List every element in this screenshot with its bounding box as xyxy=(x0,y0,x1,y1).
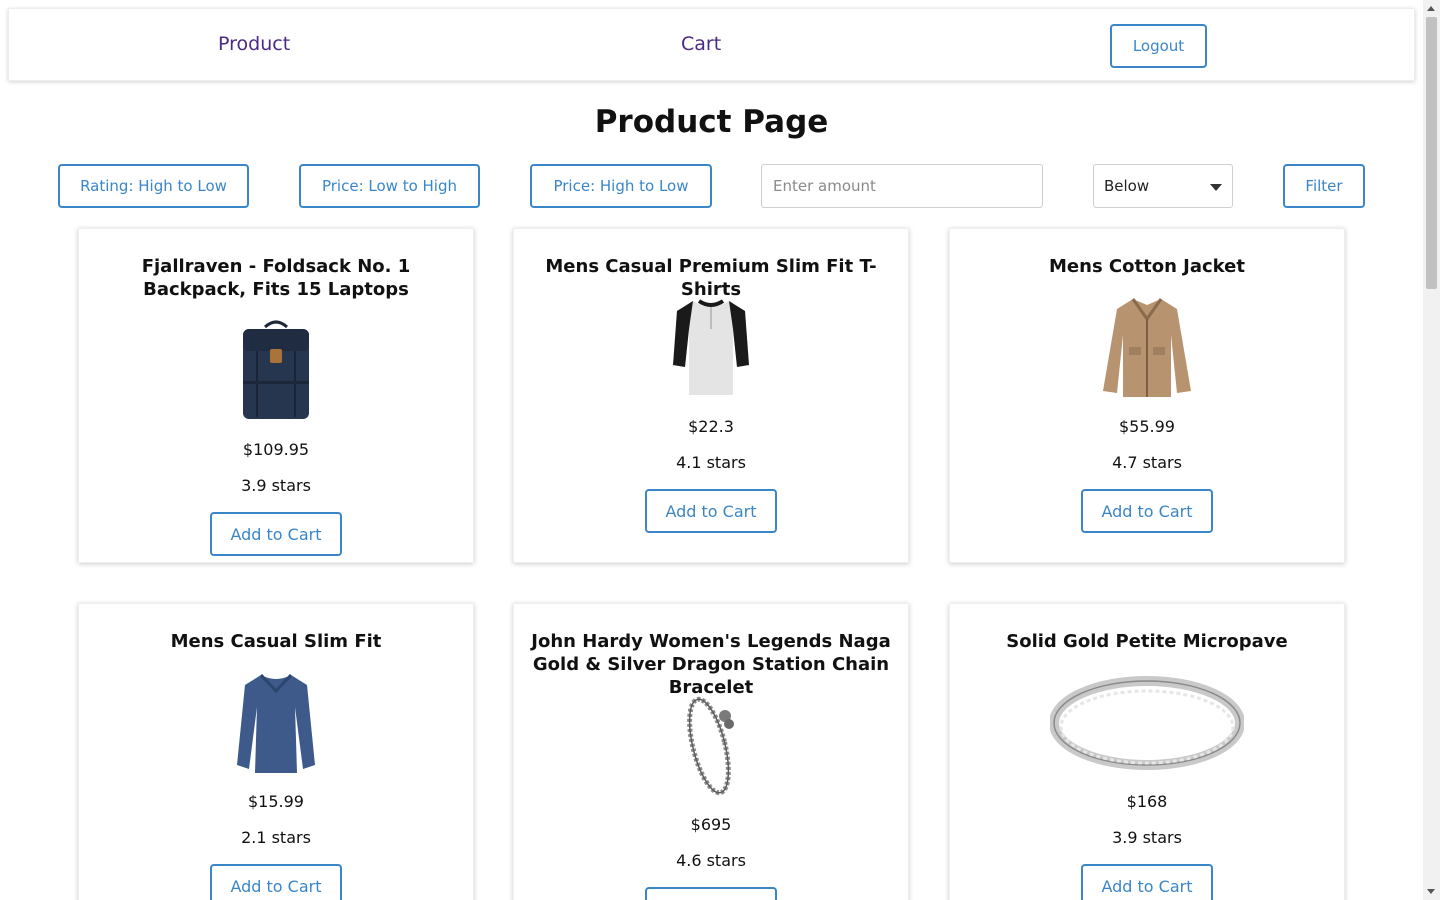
amount-input[interactable] xyxy=(761,164,1043,208)
logout-button[interactable]: Logout xyxy=(1110,24,1207,68)
page-title: Product Page xyxy=(594,104,829,140)
chevron-down-icon xyxy=(1210,184,1222,191)
product-rating: 2.1 stars xyxy=(241,828,311,847)
bracelet-icon xyxy=(687,696,734,796)
product-card: Mens Casual Premium Slim Fit T-Shirts $2… xyxy=(513,228,909,563)
product-price: $168 xyxy=(1126,792,1168,811)
page-scrollbar[interactable] xyxy=(1423,0,1440,900)
add-to-cart-button[interactable]: Add to Cart xyxy=(210,512,342,556)
sort-price-high-low-button[interactable]: Price: High to Low xyxy=(530,164,712,208)
add-to-cart-button[interactable]: Add to Cart xyxy=(1081,489,1213,533)
add-to-cart-button[interactable]: Add to Cart xyxy=(1081,864,1213,900)
sort-price-low-high-button[interactable]: Price: Low to High xyxy=(299,164,480,208)
product-title: Fjallraven - Foldsack No. 1 Backpack, Fi… xyxy=(141,256,411,300)
product-card: John Hardy Women's Legends Naga Gold & S… xyxy=(513,603,909,900)
product-rating: 4.6 stars xyxy=(676,851,746,870)
product-price: $15.99 xyxy=(248,792,304,811)
product-rating: 3.9 stars xyxy=(241,476,311,495)
t-shirt-icon xyxy=(673,299,749,395)
nav-product-link[interactable]: Product xyxy=(218,33,290,55)
product-rating: 4.7 stars xyxy=(1112,453,1182,472)
backpack-icon xyxy=(243,320,309,419)
comparison-select-value: Below xyxy=(1104,177,1150,195)
product-card: Solid Gold Petite Micropave $168 3.9 sta… xyxy=(949,603,1345,900)
ring-icon xyxy=(1050,676,1244,770)
product-price: $55.99 xyxy=(1119,417,1175,436)
long-sleeve-shirt-icon xyxy=(237,673,315,773)
top-navbar: Product Cart Logout xyxy=(8,8,1415,81)
scroll-up-arrow-icon[interactable] xyxy=(1427,6,1435,11)
add-to-cart-button[interactable]: Add to Cart xyxy=(645,887,777,900)
nav-cart-link[interactable]: Cart xyxy=(681,33,721,55)
add-to-cart-button[interactable]: Add to Cart xyxy=(210,864,342,900)
product-card: Fjallraven - Foldsack No. 1 Backpack, Fi… xyxy=(78,228,474,563)
scroll-down-arrow-icon[interactable] xyxy=(1427,889,1435,894)
product-card: Mens Casual Slim Fit $15.99 2.1 stars Ad… xyxy=(78,603,474,900)
sort-rating-high-low-button[interactable]: Rating: High to Low xyxy=(58,164,249,208)
product-title: John Hardy Women's Legends Naga Gold & S… xyxy=(531,631,891,698)
comparison-select[interactable]: Below xyxy=(1093,164,1233,208)
product-price: $109.95 xyxy=(242,440,310,459)
product-card: Mens Cotton Jacket $55.99 4.7 stars Add … xyxy=(949,228,1345,563)
product-price: $22.3 xyxy=(688,417,734,436)
product-title: Mens Casual Slim Fit xyxy=(170,631,382,652)
scrollbar-thumb[interactable] xyxy=(1426,17,1437,289)
filter-button[interactable]: Filter xyxy=(1283,164,1365,208)
add-to-cart-button[interactable]: Add to Cart xyxy=(645,489,777,533)
product-title: Solid Gold Petite Micropave xyxy=(1006,631,1288,652)
product-rating: 4.1 stars xyxy=(676,453,746,472)
jacket-icon xyxy=(1103,298,1191,397)
product-title: Mens Cotton Jacket xyxy=(1049,256,1245,277)
product-price: $695 xyxy=(690,815,732,834)
product-rating: 3.9 stars xyxy=(1112,828,1182,847)
